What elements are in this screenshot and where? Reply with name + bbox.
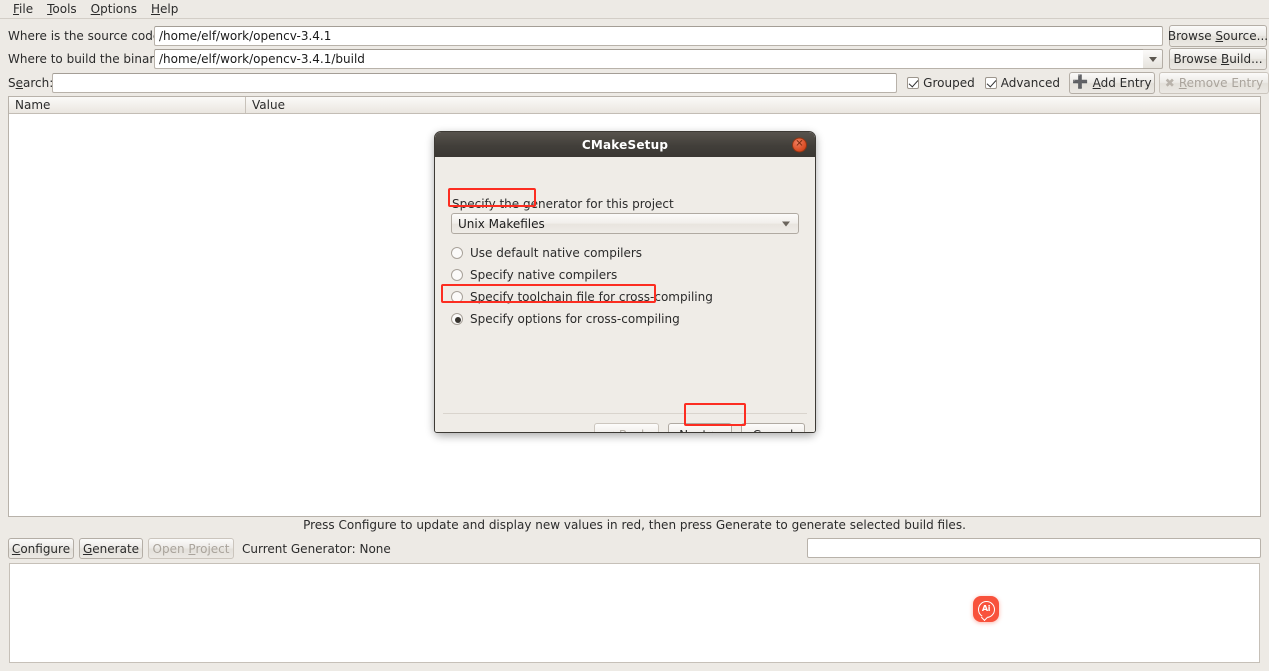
combo-chevron-down-icon (782, 221, 790, 226)
column-header-value[interactable]: Value (246, 97, 1260, 113)
plus-icon: ➕ (1072, 75, 1089, 90)
menu-item-file[interactable]: File (6, 0, 40, 18)
cmake-setup-dialog: CMakeSetup ✕ Specify the generator for t… (434, 131, 816, 433)
radio-toolchain-file-dot[interactable] (451, 291, 463, 303)
generator-prompt: Specify the generator for this project (452, 197, 674, 211)
radio-specify-native-compilers[interactable]: Specify native compilers (451, 264, 713, 286)
dialog-back-button: < Back (593, 423, 659, 433)
generate-accel: G (82, 541, 93, 556)
dialog-back-label: < Back (605, 428, 648, 433)
grouped-checkbox[interactable]: Grouped (907, 76, 975, 90)
generate-label: Generate (82, 541, 140, 556)
dialog-next-button[interactable]: Next > (668, 423, 732, 433)
radio-toolchain-file[interactable]: Specify toolchain file for cross-compili… (451, 286, 713, 308)
dialog-body: Specify the generator for this project U… (435, 157, 815, 433)
menu-item-options[interactable]: Options (84, 0, 144, 18)
advanced-checkbox-box[interactable] (984, 76, 997, 89)
browse-build-accel: B (1220, 52, 1230, 66)
output-log-panel[interactable] (9, 563, 1260, 663)
dialog-next-accel: N (679, 428, 688, 433)
generator-combo[interactable]: Unix Makefiles (451, 213, 799, 234)
menu-bar: File Tools Options Help (0, 0, 1269, 19)
ai-fab-label: Ai (981, 604, 991, 613)
grouped-checkbox-label: Grouped (923, 75, 975, 90)
add-entry-button[interactable]: ➕ Add Entry (1069, 71, 1155, 94)
menu-options-rest: ptions (100, 2, 137, 16)
advanced-checkbox-label: Advanced (1000, 75, 1060, 90)
configure-label: Configure (11, 541, 71, 556)
remove-x-icon: ✖ (1164, 75, 1175, 90)
menu-help-accel: H (150, 2, 161, 16)
status-hint-text: Press Configure to update and display ne… (303, 518, 966, 532)
radio-cross-compiling-options-dot[interactable] (451, 313, 463, 325)
build-binaries-label: Where to build the binaries: (8, 52, 175, 66)
build-binaries-input[interactable] (154, 49, 1143, 69)
grouped-checkbox-box[interactable] (907, 76, 920, 89)
open-project-accel: P (188, 541, 196, 556)
radio-cross-compiling-options-label: Specify options for cross-compiling (470, 312, 680, 326)
ai-speech-bubble-icon: Ai (977, 600, 995, 618)
column-header-name[interactable]: Name (9, 97, 246, 113)
radio-toolchain-file-label: Specify toolchain file for cross-compili… (470, 290, 713, 304)
menu-item-help[interactable]: Help (144, 0, 185, 18)
menu-tools-rest: ools (52, 2, 77, 16)
compiler-option-radio-group: Use default native compilers Specify nat… (451, 242, 713, 330)
dialog-title-bar: CMakeSetup ✕ (435, 132, 815, 157)
configure-accel: C (11, 541, 21, 556)
dialog-cancel-button[interactable]: Cancel (741, 423, 805, 433)
configure-button[interactable]: Configure (8, 538, 74, 559)
search-input[interactable] (52, 72, 898, 93)
dialog-back-accel: B (619, 428, 627, 433)
menu-options-accel: O (90, 2, 101, 16)
browse-build-button[interactable]: Browse Build... (1169, 48, 1267, 70)
generator-combo-text: Unix Makefiles (458, 216, 545, 231)
close-icon[interactable]: ✕ (792, 137, 807, 152)
browse-source-accel: S (1215, 29, 1224, 43)
menu-item-tools[interactable]: Tools (40, 0, 84, 18)
cmake-gui-window: File Tools Options Help Where is the sou… (0, 0, 1269, 671)
radio-default-native-compilers-label: Use default native compilers (470, 246, 643, 260)
remove-entry-label: Remove Entry (1178, 75, 1264, 90)
open-project-button: Open Project (148, 538, 234, 559)
browse-source-button[interactable]: Browse Source... (1167, 25, 1269, 47)
search-label: Search: (8, 75, 54, 90)
dialog-separator (443, 413, 807, 414)
advanced-checkbox[interactable]: Advanced (984, 75, 1060, 90)
open-project-label: Open Project (152, 541, 230, 556)
source-code-input[interactable] (154, 26, 1163, 46)
current-generator-label: Current Generator: None (242, 541, 391, 556)
radio-default-native-compilers[interactable]: Use default native compilers (451, 242, 713, 264)
ai-assistant-icon[interactable]: Ai (973, 596, 999, 622)
source-code-label-text: Where is the source code: (8, 29, 165, 43)
menu-help-rest: elp (160, 2, 179, 16)
add-entry-accel: A (1092, 75, 1101, 90)
browse-build-label: Browse Build... (1173, 52, 1263, 66)
radio-specify-native-compilers-dot[interactable] (451, 269, 463, 281)
remove-entry-accel: R (1178, 75, 1187, 90)
dialog-button-row: < Back Next > Cancel (593, 423, 805, 433)
generate-button[interactable]: Generate (79, 538, 143, 559)
cache-table-header: Name Value (9, 97, 1260, 114)
dialog-next-label: Next > (679, 428, 721, 433)
build-path-history-button[interactable] (1143, 49, 1163, 69)
build-binaries-label-text: Where to build the binaries: (8, 52, 176, 66)
close-icon-glyph: ✕ (795, 138, 804, 150)
dialog-title: CMakeSetup (581, 137, 669, 152)
progress-bar (807, 538, 1261, 558)
search-label-accel: e (15, 75, 24, 90)
browse-source-label: Browse Source... (1167, 29, 1269, 43)
menu-file-rest: ile (19, 2, 34, 16)
chevron-down-icon (1148, 56, 1157, 62)
radio-cross-compiling-options[interactable]: Specify options for cross-compiling (451, 308, 713, 330)
source-code-label: Where is the source code: (8, 29, 164, 43)
add-entry-label: Add Entry (1092, 75, 1152, 90)
radio-default-native-compilers-dot[interactable] (451, 247, 463, 259)
radio-specify-native-compilers-label: Specify native compilers (470, 268, 618, 282)
remove-entry-button: ✖ Remove Entry (1159, 71, 1269, 94)
dialog-cancel-label: Cancel (753, 428, 794, 433)
